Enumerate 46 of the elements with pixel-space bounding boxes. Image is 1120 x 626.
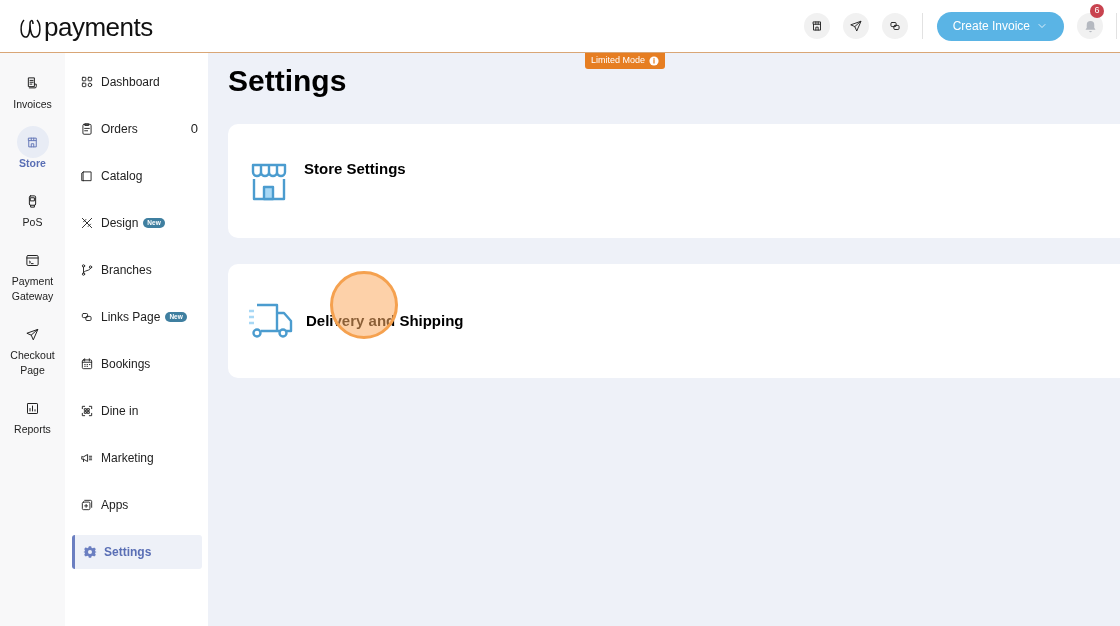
sidebar-item[interactable]: Dashboard (72, 65, 202, 99)
rail-label[interactable]: Store (19, 156, 46, 171)
rail-label[interactable]: PoS (22, 215, 43, 230)
rail-icon (25, 75, 40, 91)
sidebar-item[interactable]: Dine in (72, 394, 202, 428)
notification-button[interactable] (1077, 13, 1103, 39)
gear-icon (83, 545, 97, 559)
menu-icon (80, 357, 94, 371)
limited-mode-label: Limited Mode (591, 54, 646, 68)
sidebar-item[interactable]: Settings (72, 535, 202, 569)
icon-button[interactable] (803, 13, 830, 39)
rail-label[interactable]: Reports (14, 422, 51, 437)
delivery-truck-icon (247, 301, 293, 341)
rail-icon (25, 134, 40, 150)
sidebar-item[interactable]: Catalog (72, 159, 202, 193)
rail-icon (25, 252, 40, 268)
logo-text: payments (44, 14, 153, 40)
rail-label[interactable]: Payment Gateway (1, 274, 64, 304)
menu-icon (80, 263, 94, 277)
icon-button[interactable] (842, 13, 869, 39)
menu-icon (80, 498, 94, 512)
order-count: 0 (190, 120, 198, 139)
sidebar-item[interactable]: Bookings (72, 347, 202, 381)
settings-card[interactable]: Store Settings (228, 124, 1120, 238)
menu-icon (80, 169, 94, 183)
rail-label[interactable]: Invoices (13, 97, 52, 112)
card-title: Store Settings (304, 159, 406, 179)
sidebar-item[interactable]: Apps (72, 488, 202, 522)
menu-icon (80, 404, 94, 418)
menu-icon (80, 310, 94, 324)
info-icon (649, 56, 660, 66)
rail-icon (25, 326, 40, 342)
menu-icon (80, 216, 94, 230)
menu-icon (80, 451, 94, 465)
notification-badge: 6 (1090, 4, 1104, 18)
rail-label[interactable]: Checkout Page (1, 348, 64, 378)
toolbar-icon (848, 19, 863, 33)
icon-button[interactable] (881, 13, 908, 39)
menu-icon (80, 75, 94, 89)
sidebar-item[interactable]: Branches (72, 253, 202, 287)
page-title: Settings (228, 63, 348, 99)
sidebar-item[interactable]: Marketing (72, 441, 202, 475)
toolbar-icon (887, 19, 902, 33)
menu-icon (80, 122, 94, 136)
rail-icon (25, 400, 40, 416)
sidebar-item[interactable]: Orders 0 (72, 112, 202, 146)
